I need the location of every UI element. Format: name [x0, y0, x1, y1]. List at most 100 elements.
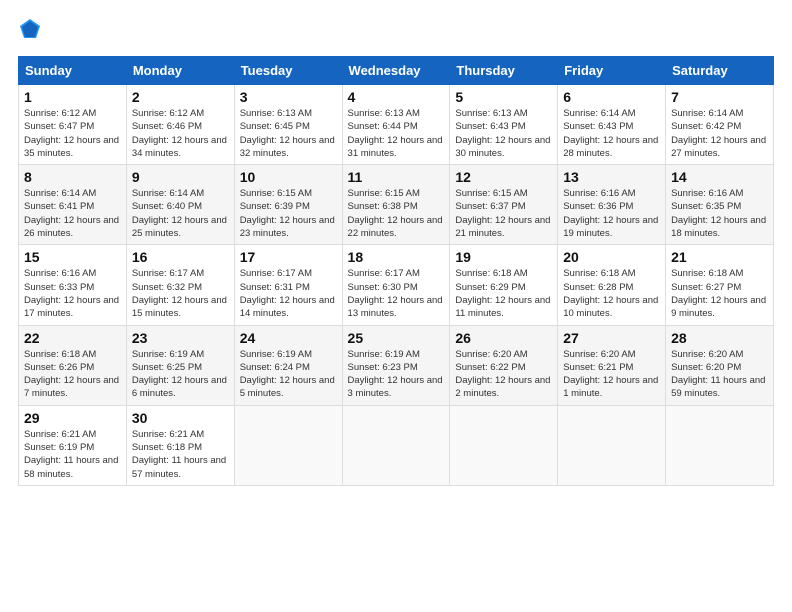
day-number: 18: [348, 249, 445, 265]
day-info: Sunrise: 6:20 AMSunset: 6:20 PMDaylight:…: [671, 348, 768, 401]
day-number: 17: [240, 249, 337, 265]
day-number: 1: [24, 89, 121, 105]
day-number: 24: [240, 330, 337, 346]
day-info: Sunrise: 6:14 AMSunset: 6:40 PMDaylight:…: [132, 187, 229, 240]
table-row: 11 Sunrise: 6:15 AMSunset: 6:38 PMDayligh…: [342, 165, 450, 245]
day-number: 16: [132, 249, 229, 265]
header-saturday: Saturday: [666, 57, 774, 85]
day-number: 25: [348, 330, 445, 346]
day-info: Sunrise: 6:20 AMSunset: 6:21 PMDaylight:…: [563, 348, 660, 401]
day-info: Sunrise: 6:17 AMSunset: 6:31 PMDaylight:…: [240, 267, 337, 320]
page: Sunday Monday Tuesday Wednesday Thursday…: [0, 0, 792, 612]
day-info: Sunrise: 6:21 AMSunset: 6:19 PMDaylight:…: [24, 428, 121, 481]
table-row: 17 Sunrise: 6:17 AMSunset: 6:31 PMDayligh…: [234, 245, 342, 325]
day-number: 20: [563, 249, 660, 265]
day-number: 23: [132, 330, 229, 346]
day-info: Sunrise: 6:12 AMSunset: 6:46 PMDaylight:…: [132, 107, 229, 160]
table-row: 3 Sunrise: 6:13 AMSunset: 6:45 PMDaylight…: [234, 85, 342, 165]
day-info: Sunrise: 6:14 AMSunset: 6:41 PMDaylight:…: [24, 187, 121, 240]
table-row: 15Sunrise: 6:16 AMSunset: 6:33 PMDayligh…: [19, 245, 127, 325]
table-row: 25 Sunrise: 6:19 AMSunset: 6:23 PMDayligh…: [342, 325, 450, 405]
table-row: 23 Sunrise: 6:19 AMSunset: 6:25 PMDayligh…: [126, 325, 234, 405]
day-info: Sunrise: 6:16 AMSunset: 6:35 PMDaylight:…: [671, 187, 768, 240]
table-row: 27 Sunrise: 6:20 AMSunset: 6:21 PMDayligh…: [558, 325, 666, 405]
table-row: 1 Sunrise: 6:12 AMSunset: 6:47 PMDaylight…: [19, 85, 127, 165]
day-info: Sunrise: 6:18 AMSunset: 6:29 PMDaylight:…: [455, 267, 552, 320]
day-info: Sunrise: 6:17 AMSunset: 6:30 PMDaylight:…: [348, 267, 445, 320]
day-number: 6: [563, 89, 660, 105]
table-row: 24 Sunrise: 6:19 AMSunset: 6:24 PMDayligh…: [234, 325, 342, 405]
table-row: 13 Sunrise: 6:16 AMSunset: 6:36 PMDayligh…: [558, 165, 666, 245]
day-number: 27: [563, 330, 660, 346]
day-info: Sunrise: 6:13 AMSunset: 6:45 PMDaylight:…: [240, 107, 337, 160]
table-row: 10Sunrise: 6:15 AMSunset: 6:39 PMDayligh…: [234, 165, 342, 245]
table-row: 9Sunrise: 6:14 AMSunset: 6:40 PMDaylight…: [126, 165, 234, 245]
day-number: 8: [24, 169, 121, 185]
day-info: Sunrise: 6:15 AMSunset: 6:37 PMDaylight:…: [455, 187, 552, 240]
day-number: 11: [348, 169, 445, 185]
table-row: 6 Sunrise: 6:14 AMSunset: 6:43 PMDaylight…: [558, 85, 666, 165]
table-row: 18 Sunrise: 6:17 AMSunset: 6:30 PMDayligh…: [342, 245, 450, 325]
table-row: [450, 405, 558, 485]
table-row: [342, 405, 450, 485]
day-number: 14: [671, 169, 768, 185]
table-row: 21 Sunrise: 6:18 AMSunset: 6:27 PMDayligh…: [666, 245, 774, 325]
calendar-header-row: Sunday Monday Tuesday Wednesday Thursday…: [19, 57, 774, 85]
day-info: Sunrise: 6:17 AMSunset: 6:32 PMDaylight:…: [132, 267, 229, 320]
day-info: Sunrise: 6:14 AMSunset: 6:43 PMDaylight:…: [563, 107, 660, 160]
table-row: 20 Sunrise: 6:18 AMSunset: 6:28 PMDayligh…: [558, 245, 666, 325]
table-row: 4 Sunrise: 6:13 AMSunset: 6:44 PMDaylight…: [342, 85, 450, 165]
day-info: Sunrise: 6:13 AMSunset: 6:44 PMDaylight:…: [348, 107, 445, 160]
day-number: 30: [132, 410, 229, 426]
day-number: 3: [240, 89, 337, 105]
calendar-week-row: 22 Sunrise: 6:18 AMSunset: 6:26 PMDayligh…: [19, 325, 774, 405]
day-number: 4: [348, 89, 445, 105]
day-info: Sunrise: 6:14 AMSunset: 6:42 PMDaylight:…: [671, 107, 768, 160]
header-wednesday: Wednesday: [342, 57, 450, 85]
day-number: 21: [671, 249, 768, 265]
table-row: [558, 405, 666, 485]
day-info: Sunrise: 6:18 AMSunset: 6:28 PMDaylight:…: [563, 267, 660, 320]
header-friday: Friday: [558, 57, 666, 85]
day-info: Sunrise: 6:15 AMSunset: 6:39 PMDaylight:…: [240, 187, 337, 240]
day-info: Sunrise: 6:13 AMSunset: 6:43 PMDaylight:…: [455, 107, 552, 160]
day-info: Sunrise: 6:18 AMSunset: 6:26 PMDaylight:…: [24, 348, 121, 401]
day-number: 29: [24, 410, 121, 426]
day-info: Sunrise: 6:18 AMSunset: 6:27 PMDaylight:…: [671, 267, 768, 320]
day-info: Sunrise: 6:15 AMSunset: 6:38 PMDaylight:…: [348, 187, 445, 240]
header-tuesday: Tuesday: [234, 57, 342, 85]
table-row: 29 Sunrise: 6:21 AMSunset: 6:19 PMDayligh…: [19, 405, 127, 485]
header: [18, 18, 774, 46]
logo-icon: [19, 18, 41, 46]
day-info: Sunrise: 6:16 AMSunset: 6:36 PMDaylight:…: [563, 187, 660, 240]
table-row: 28 Sunrise: 6:20 AMSunset: 6:20 PMDayligh…: [666, 325, 774, 405]
logo: [18, 18, 42, 46]
day-number: 7: [671, 89, 768, 105]
day-info: Sunrise: 6:20 AMSunset: 6:22 PMDaylight:…: [455, 348, 552, 401]
day-info: Sunrise: 6:19 AMSunset: 6:25 PMDaylight:…: [132, 348, 229, 401]
day-number: 28: [671, 330, 768, 346]
table-row: 19 Sunrise: 6:18 AMSunset: 6:29 PMDayligh…: [450, 245, 558, 325]
calendar-week-row: 29 Sunrise: 6:21 AMSunset: 6:19 PMDayligh…: [19, 405, 774, 485]
header-thursday: Thursday: [450, 57, 558, 85]
day-number: 12: [455, 169, 552, 185]
table-row: 7 Sunrise: 6:14 AMSunset: 6:42 PMDaylight…: [666, 85, 774, 165]
day-number: 26: [455, 330, 552, 346]
day-number: 5: [455, 89, 552, 105]
day-number: 13: [563, 169, 660, 185]
table-row: 2Sunrise: 6:12 AMSunset: 6:46 PMDaylight…: [126, 85, 234, 165]
table-row: [666, 405, 774, 485]
day-info: Sunrise: 6:19 AMSunset: 6:23 PMDaylight:…: [348, 348, 445, 401]
header-sunday: Sunday: [19, 57, 127, 85]
calendar-table: Sunday Monday Tuesday Wednesday Thursday…: [18, 56, 774, 486]
table-row: 8 Sunrise: 6:14 AMSunset: 6:41 PMDaylight…: [19, 165, 127, 245]
day-number: 19: [455, 249, 552, 265]
header-monday: Monday: [126, 57, 234, 85]
day-info: Sunrise: 6:19 AMSunset: 6:24 PMDaylight:…: [240, 348, 337, 401]
table-row: 14 Sunrise: 6:16 AMSunset: 6:35 PMDayligh…: [666, 165, 774, 245]
day-info: Sunrise: 6:12 AMSunset: 6:47 PMDaylight:…: [24, 107, 121, 160]
calendar-week-row: 8 Sunrise: 6:14 AMSunset: 6:41 PMDaylight…: [19, 165, 774, 245]
day-info: Sunrise: 6:16 AMSunset: 6:33 PMDaylight:…: [24, 267, 121, 320]
calendar-week-row: 15Sunrise: 6:16 AMSunset: 6:33 PMDayligh…: [19, 245, 774, 325]
day-number: 22: [24, 330, 121, 346]
